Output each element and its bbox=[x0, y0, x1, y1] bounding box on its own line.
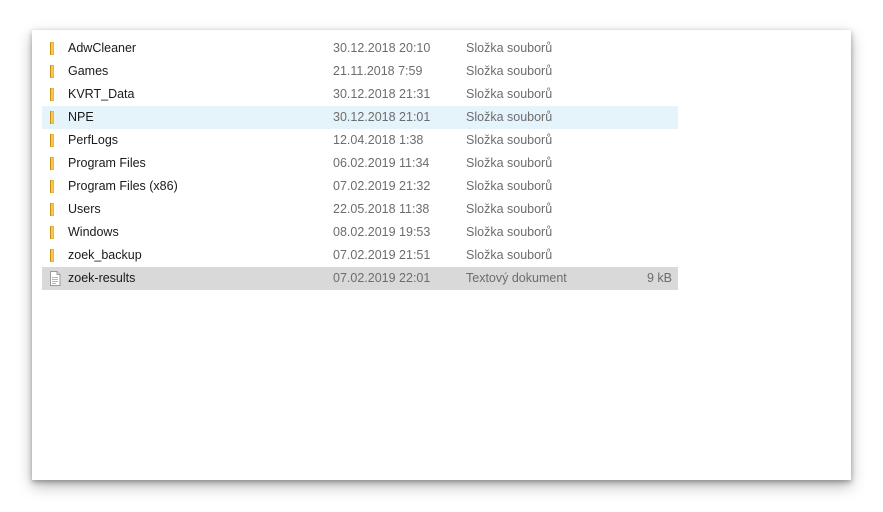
file-date: 07.02.2019 21:32 bbox=[333, 179, 431, 193]
file-name: zoek-results bbox=[68, 271, 136, 285]
file-row[interactable]: Users 22.05.2018 11:38 Složka souborů bbox=[42, 198, 678, 221]
file-name: PerfLogs bbox=[68, 133, 119, 147]
file-name: Program Files bbox=[68, 156, 146, 170]
file-row[interactable]: zoek_backup 07.02.2019 21:51 Složka soub… bbox=[42, 244, 678, 267]
file-type: Složka souborů bbox=[466, 179, 553, 193]
file-type: Textový dokument bbox=[466, 271, 567, 285]
file-date: 06.02.2019 11:34 bbox=[333, 156, 430, 170]
folder-icon bbox=[48, 64, 62, 79]
file-list: AdwCleaner 30.12.2018 20:10 Složka soubo… bbox=[42, 37, 678, 290]
file-row[interactable]: Program Files 06.02.2019 11:34 Složka so… bbox=[42, 152, 678, 175]
file-name: KVRT_Data bbox=[68, 87, 135, 101]
folder-icon bbox=[48, 41, 62, 56]
file-name: Program Files (x86) bbox=[68, 179, 178, 193]
file-date: 30.12.2018 21:31 bbox=[333, 87, 431, 101]
folder-icon bbox=[48, 87, 62, 102]
folder-icon bbox=[48, 133, 62, 148]
text-file-icon bbox=[48, 271, 62, 286]
file-type: Složka souborů bbox=[466, 248, 553, 262]
file-date: 22.05.2018 11:38 bbox=[333, 202, 430, 216]
file-date: 21.11.2018 7:59 bbox=[333, 64, 423, 78]
file-size: 9 kB bbox=[646, 271, 672, 285]
folder-icon bbox=[48, 156, 62, 171]
file-row[interactable]: Games 21.11.2018 7:59 Složka souborů bbox=[42, 60, 678, 83]
file-type: Složka souborů bbox=[466, 64, 553, 78]
file-name: NPE bbox=[68, 110, 94, 124]
file-type: Složka souborů bbox=[466, 156, 553, 170]
file-row[interactable]: PerfLogs 12.04.2018 1:38 Složka souborů bbox=[42, 129, 678, 152]
file-date: 30.12.2018 20:10 bbox=[333, 41, 431, 55]
file-date: 07.02.2019 22:01 bbox=[333, 271, 431, 285]
file-type: Složka souborů bbox=[466, 41, 553, 55]
file-date: 12.04.2018 1:38 bbox=[333, 133, 424, 147]
folder-icon bbox=[48, 202, 62, 217]
file-row[interactable]: KVRT_Data 30.12.2018 21:31 Složka soubor… bbox=[42, 83, 678, 106]
file-type: Složka souborů bbox=[466, 225, 553, 239]
folder-icon bbox=[48, 225, 62, 240]
folder-icon bbox=[48, 248, 62, 263]
file-row[interactable]: AdwCleaner 30.12.2018 20:10 Složka soubo… bbox=[42, 37, 678, 60]
file-name: Games bbox=[68, 64, 109, 78]
file-date: 07.02.2019 21:51 bbox=[333, 248, 431, 262]
file-name: Users bbox=[68, 202, 101, 216]
file-name: zoek_backup bbox=[68, 248, 142, 262]
file-row-hovered[interactable]: NPE 30.12.2018 21:01 Složka souborů bbox=[42, 106, 678, 129]
file-type: Složka souborů bbox=[466, 133, 553, 147]
file-type: Složka souborů bbox=[466, 110, 553, 124]
file-date: 08.02.2019 19:53 bbox=[333, 225, 431, 239]
folder-icon bbox=[48, 179, 62, 194]
folder-icon bbox=[48, 110, 62, 125]
file-row[interactable]: Program Files (x86) 07.02.2019 21:32 Slo… bbox=[42, 175, 678, 198]
file-row-selected[interactable]: zoek-results 07.02.2019 22:01 Textový do… bbox=[42, 267, 678, 290]
file-name: AdwCleaner bbox=[68, 41, 137, 55]
file-name: Windows bbox=[68, 225, 119, 239]
file-type: Složka souborů bbox=[466, 202, 553, 216]
file-date: 30.12.2018 21:01 bbox=[333, 110, 431, 124]
file-type: Složka souborů bbox=[466, 87, 553, 101]
file-row[interactable]: Windows 08.02.2019 19:53 Složka souborů bbox=[42, 221, 678, 244]
explorer-window: AdwCleaner 30.12.2018 20:10 Složka soubo… bbox=[32, 30, 851, 480]
